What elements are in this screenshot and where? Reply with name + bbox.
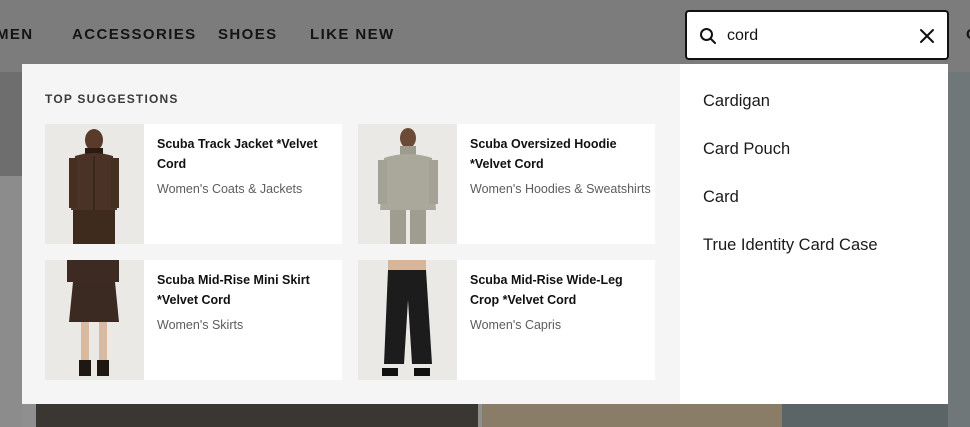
product-category: Women's Coats & Jackets [157, 182, 303, 196]
suggestion-cardigan[interactable]: Cardigan [703, 92, 770, 111]
background-image-bottom-2 [482, 404, 782, 427]
suggestion-card-pouch[interactable]: Card Pouch [703, 140, 790, 159]
top-suggestions-heading: TOP SUGGESTIONS [45, 92, 179, 106]
nav-item-accessories[interactable]: ACCESSORIES [72, 26, 197, 43]
product-image-track-jacket[interactable] [45, 124, 144, 244]
product-card-wide-leg-crop[interactable]: Scuba Mid-Rise Wide-Leg Crop *Velvet Cor… [358, 260, 655, 380]
search-suggestions-dropdown: TOP SUGGESTIONS Scuba Track Jacket *Velv… [22, 64, 948, 404]
product-title[interactable]: Scuba Mid-Rise Mini Skirt *Velvet Cord [157, 270, 335, 310]
background-image-left [0, 72, 22, 176]
product-image-wide-leg-crop[interactable] [358, 260, 457, 380]
product-category: Women's Hoodies & Sweatshirts [470, 182, 651, 196]
search-box[interactable] [685, 10, 949, 60]
search-term-suggestions: Cardigan Card Pouch Card True Identity C… [680, 64, 948, 404]
search-input[interactable] [727, 24, 907, 48]
nav-item-men[interactable]: MEN [0, 26, 34, 43]
background-image-bottom-3 [782, 404, 948, 427]
product-card-mini-skirt[interactable]: Scuba Mid-Rise Mini Skirt *Velvet Cord W… [45, 260, 342, 380]
product-category: Women's Skirts [157, 318, 244, 332]
suggestion-true-identity-card-case[interactable]: True Identity Card Case [703, 236, 878, 255]
product-image-oversized-hoodie[interactable] [358, 124, 457, 244]
product-title[interactable]: Scuba Mid-Rise Wide-Leg Crop *Velvet Cor… [470, 270, 648, 310]
search-icon[interactable] [699, 27, 717, 45]
nav-item-cutoff[interactable]: C [966, 26, 970, 43]
background-image-bottom-1 [36, 404, 478, 427]
product-title[interactable]: Scuba Oversized Hoodie *Velvet Cord [470, 134, 648, 174]
nav-item-shoes[interactable]: SHOES [218, 26, 278, 43]
background-image-left-lower [0, 176, 22, 427]
background-image-right [948, 72, 970, 427]
top-suggestions-panel: TOP SUGGESTIONS Scuba Track Jacket *Velv… [22, 64, 680, 404]
suggestion-card[interactable]: Card [703, 188, 739, 207]
close-icon[interactable] [919, 28, 935, 44]
product-category: Women's Capris [470, 318, 562, 332]
nav-item-like-new[interactable]: LIKE NEW [310, 26, 395, 43]
product-image-mini-skirt[interactable] [45, 260, 144, 380]
product-card-oversized-hoodie[interactable]: Scuba Oversized Hoodie *Velvet Cord Wome… [358, 124, 655, 244]
product-title[interactable]: Scuba Track Jacket *Velvet Cord [157, 134, 335, 174]
product-card-track-jacket[interactable]: Scuba Track Jacket *Velvet Cord Women's … [45, 124, 342, 244]
